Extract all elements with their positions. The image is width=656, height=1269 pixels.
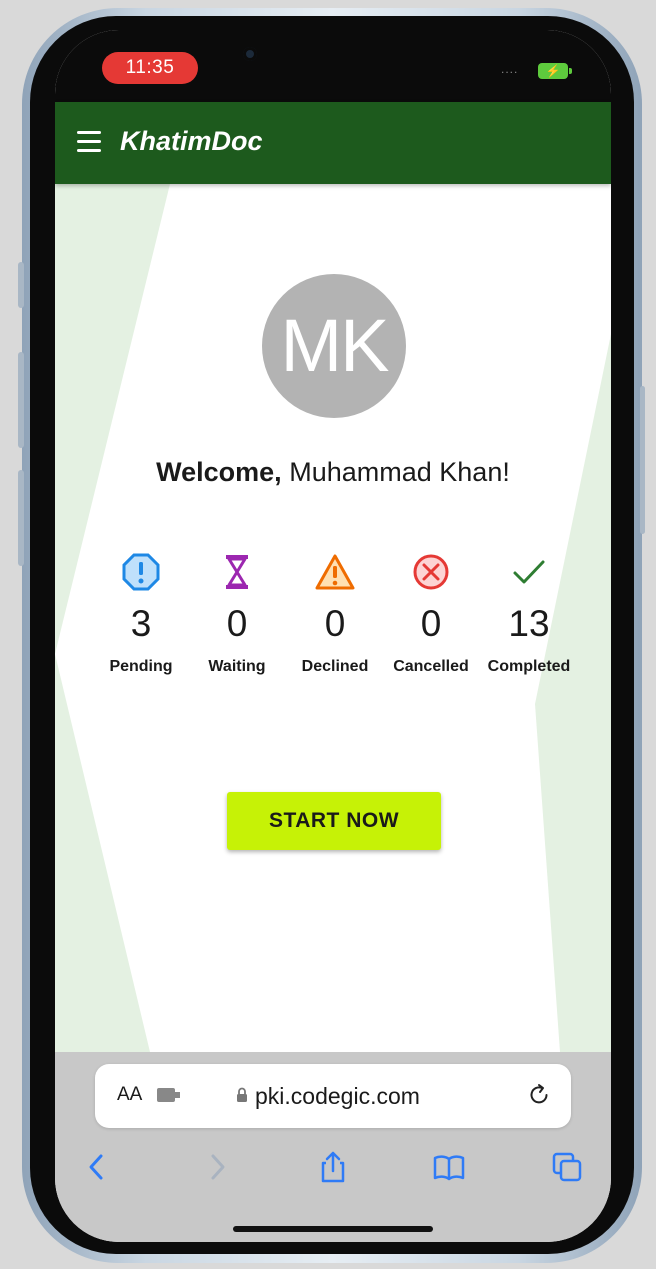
lock-icon <box>237 1087 247 1102</box>
hamburger-menu-icon[interactable] <box>77 131 103 153</box>
stat-pending[interactable]: 3 Pending <box>93 552 189 676</box>
warning-triangle-icon <box>315 554 355 590</box>
tabs-icon[interactable] <box>550 1150 584 1184</box>
stat-completed[interactable]: 13 Completed <box>481 552 577 676</box>
waiting-label: Waiting <box>208 658 266 675</box>
app-bar: KhatimDoc <box>55 102 611 184</box>
bookmarks-icon[interactable] <box>432 1150 466 1184</box>
charging-battery-icon: ⚡ <box>538 63 572 79</box>
hourglass-icon <box>226 555 248 589</box>
start-now-button[interactable]: START NOW <box>227 792 441 850</box>
reload-icon[interactable] <box>526 1082 552 1108</box>
app-title: KhatimDoc <box>120 126 263 156</box>
document-stats: 3 Pending 0 Waiting 0 Declined 0 Cancell… <box>91 552 591 692</box>
forward-icon[interactable] <box>200 1150 234 1184</box>
waiting-count: 0 <box>226 603 248 644</box>
back-icon[interactable] <box>80 1150 114 1184</box>
pending-label: Pending <box>109 658 173 675</box>
extension-icon[interactable] <box>157 1088 180 1102</box>
completed-count: 13 <box>508 603 550 644</box>
exclamation-octagon-icon <box>122 553 160 591</box>
front-camera-icon <box>243 47 257 61</box>
dashboard-content: MK Welcome, Muhammad Khan! 3 Pending 0 W… <box>55 184 611 1052</box>
phone-screen: 11:35 .... ⚡ KhatimDoc MK Welcome, Muham… <box>55 30 611 1242</box>
volume-up-button <box>18 352 24 448</box>
avatar: MK <box>262 274 406 418</box>
declined-label: Declined <box>301 658 369 675</box>
completed-label: Completed <box>487 658 571 675</box>
signal-indicator: .... <box>501 62 519 76</box>
volume-down-button <box>18 470 24 566</box>
declined-count: 0 <box>324 603 346 644</box>
url-text: pki.codegic.com <box>255 1083 420 1109</box>
welcome-message: Welcome, Muhammad Khan! <box>55 457 611 488</box>
cancelled-count: 0 <box>420 603 442 644</box>
address-bar[interactable]: AA pki.codegic.com <box>95 1064 571 1128</box>
safari-browser-chrome: AA pki.codegic.com <box>55 1052 611 1242</box>
share-icon[interactable] <box>316 1150 350 1184</box>
check-icon <box>513 560 545 584</box>
status-bar: 11:35 .... ⚡ <box>55 30 611 102</box>
stat-declined[interactable]: 0 Declined <box>287 552 383 676</box>
cancelled-label: Cancelled <box>393 658 469 675</box>
text-size-button[interactable]: AA <box>117 1084 142 1106</box>
pending-count: 3 <box>130 603 152 644</box>
user-name: Muhammad Khan! <box>289 457 510 487</box>
home-indicator[interactable] <box>233 1226 433 1232</box>
welcome-prefix: Welcome, <box>156 457 282 487</box>
x-circle-icon <box>413 554 449 590</box>
status-time: 11:35 <box>102 52 198 84</box>
stat-cancelled[interactable]: 0 Cancelled <box>383 552 479 676</box>
power-button <box>640 386 645 534</box>
stat-waiting[interactable]: 0 Waiting <box>189 552 285 676</box>
side-button <box>18 262 24 308</box>
